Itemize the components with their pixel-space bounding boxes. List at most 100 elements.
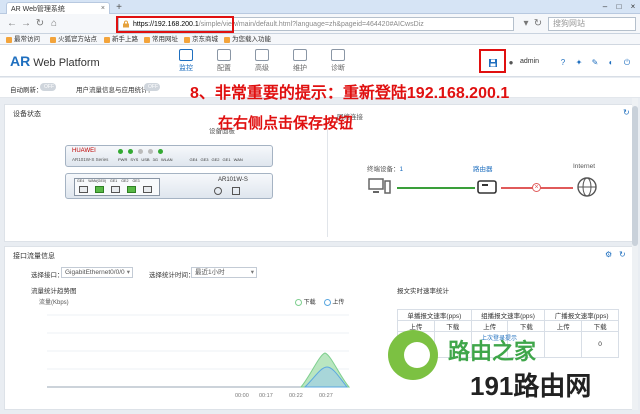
device-front-image: HUAWEI AR101W-S Series PWR SYS USB 3G WLAN G… <box>65 145 273 167</box>
stats-toggle[interactable]: OFF <box>144 83 160 91</box>
rate-subheader: 下载 <box>581 320 619 332</box>
settings-icon[interactable]: ⚙ <box>605 250 612 259</box>
nav-diagnose[interactable]: 诊断 <box>324 49 352 73</box>
logout-icon[interactable]: ⏻ <box>622 58 632 68</box>
x-tick-label: 00:17 <box>259 393 273 399</box>
dropdown-icon[interactable]: ▾ <box>520 18 532 30</box>
nav-monitor[interactable]: 监控 <box>172 49 200 73</box>
iface-label: 选择接口： <box>31 272 64 279</box>
device-model: AR101W-S <box>218 177 248 183</box>
refresh-icon[interactable]: ↻ <box>619 250 626 259</box>
app-header: AR Web Platform 监控 配置 高级 维护 诊断 ● admin ? … <box>0 45 640 77</box>
chart-title: 流量统计趋势图 <box>31 288 77 295</box>
bookmark-item[interactable]: 最常访问 <box>6 34 40 45</box>
device-brand: HUAWEI <box>72 148 96 154</box>
browser-tab[interactable]: AR Web管理系统 × <box>6 2 110 14</box>
rear-port-labels: GE4 WAN(GE0) GE1 GE2 GE3 <box>77 179 140 183</box>
maintain-icon <box>293 49 307 61</box>
refresh-icon[interactable]: ↻ <box>623 108 630 117</box>
url-highlight-box <box>116 16 234 33</box>
nav-config[interactable]: 配置 <box>210 49 238 73</box>
rate-cell: 0 <box>581 331 619 358</box>
panel-divider <box>327 121 328 237</box>
port-wan[interactable] <box>95 186 104 193</box>
advanced-icon <box>255 49 269 61</box>
save-highlight-box <box>479 49 506 73</box>
bookmark-item[interactable]: 京东商城 <box>184 34 218 45</box>
diagnose-icon <box>331 49 345 61</box>
config-icon <box>217 49 231 61</box>
bookmark-item[interactable]: 火狐官方站点 <box>50 34 97 45</box>
port-ge4[interactable] <box>79 186 88 193</box>
forward-icon[interactable]: → <box>20 18 32 30</box>
rear-port-group: GE4 WAN(GE0) GE1 GE2 GE3 <box>74 178 160 196</box>
nav-advanced[interactable]: 高级 <box>248 49 276 73</box>
disconnected-icon: × <box>532 183 541 192</box>
annotation-line-1: 8、非常重要的提示：重新登陆192.168.200.1 <box>190 85 510 102</box>
traffic-chart: 00:00 00:17 00:22 00:27 <box>47 314 351 399</box>
port-ge3[interactable] <box>143 186 152 193</box>
router-label: 路由器 <box>473 166 493 173</box>
rate-header: 单播报文速率(pps) <box>397 309 472 321</box>
port-ge2[interactable] <box>127 186 136 193</box>
back-icon[interactable]: ← <box>6 18 18 30</box>
tab-title: AR Web管理系统 <box>11 5 65 13</box>
device-panel-title: 设备状态 <box>13 111 41 118</box>
nav-maintain[interactable]: 维护 <box>286 49 314 73</box>
x-tick-label: 00:22 <box>289 393 303 399</box>
wizard-icon[interactable]: ✦ <box>574 58 584 68</box>
rate-subheader: 上传 <box>470 320 509 332</box>
globe-icon[interactable] <box>575 175 599 199</box>
traffic-panel-title: 接口流量信息 <box>13 253 55 260</box>
chart-gridlines <box>47 314 349 370</box>
close-tab-icon[interactable]: × <box>101 5 105 12</box>
reset-button-icon <box>232 187 240 195</box>
tools-icon[interactable]: ✎ <box>590 58 600 68</box>
app-logo: AR Web Platform <box>10 53 100 69</box>
bookmarks-bar: 最常访问 火狐官方站点 新手上路 常用网址 京东商城 为您载入功能 <box>0 34 640 45</box>
rate-subheader: 下载 <box>433 320 472 332</box>
rate-subheader: 上传 <box>544 320 583 332</box>
watermark-logo-inner <box>404 342 430 368</box>
watermark-line-2: 191路由网 <box>470 371 592 401</box>
scrollbar-thumb[interactable] <box>632 106 638 246</box>
device-rear-image: GE4 WAN(GE0) GE1 GE2 GE3 AR101W-S <box>65 173 273 199</box>
rate-header: 广播报文速率(pps) <box>544 309 619 321</box>
rate-title: 报文实时速率统计 <box>397 288 449 295</box>
browser-navbar: ← → ↻ ⌂ https://192.168.200.1/simple/vie… <box>0 14 640 34</box>
reload-icon[interactable]: ↻ <box>34 18 46 30</box>
minimize-icon[interactable]: – <box>598 2 612 12</box>
power-socket-icon <box>214 187 222 195</box>
annotation-line-2: 在右侧点击保存按钮 <box>218 115 354 132</box>
period-select[interactable]: 最近1小时 <box>191 267 257 278</box>
home-icon[interactable]: ⌂ <box>48 18 60 30</box>
user-name[interactable]: admin <box>520 58 539 65</box>
device-series: AR101W-S Series <box>72 157 109 162</box>
iface-select[interactable]: GigabitEthernet0/0/0 <box>61 267 133 278</box>
refresh-icon[interactable]: ↻ <box>532 18 544 30</box>
auto-refresh-toggle[interactable]: OFF <box>40 83 56 91</box>
x-tick-label: 00:27 <box>319 393 333 399</box>
close-window-icon[interactable]: × <box>626 2 640 12</box>
router-icon[interactable] <box>475 177 499 197</box>
stats-label: 用户流量信息与应用统计： <box>76 87 154 94</box>
search-input[interactable]: 搜狗网站 <box>548 17 636 31</box>
period-label: 选择统计时间： <box>149 272 195 279</box>
new-tab-icon[interactable]: + <box>113 3 125 13</box>
maximize-icon[interactable]: □ <box>612 2 626 12</box>
monitor-icon <box>179 49 193 61</box>
rate-header: 组播报文速率(pps) <box>470 309 546 321</box>
front-led-row <box>118 149 163 154</box>
help-icon[interactable]: ? <box>558 58 568 68</box>
rate-cell <box>544 331 583 358</box>
front-port-labels: PWR SYS USB 3G WLAN GE4 GE3 GE2 GE1 WAN <box>118 157 243 162</box>
link-terminal-router <box>397 187 475 189</box>
user-icon: ● <box>508 58 514 67</box>
bookmark-item[interactable]: 常用网址 <box>144 34 178 45</box>
port-ge1[interactable] <box>111 186 120 193</box>
bookmark-item[interactable]: 为您载入功能 <box>224 34 271 45</box>
terminal-label: 终端设备：1 <box>367 166 404 173</box>
bookmark-item[interactable]: 新手上路 <box>104 34 138 45</box>
language-icon[interactable]: ◐ <box>606 58 616 68</box>
computer-icon[interactable] <box>367 175 391 199</box>
